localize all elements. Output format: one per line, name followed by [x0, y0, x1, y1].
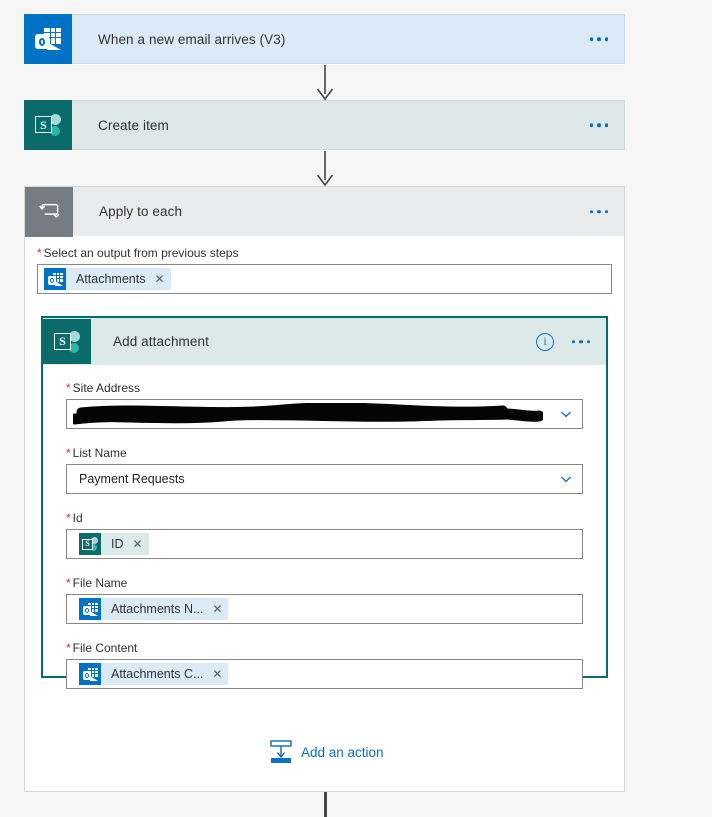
token-remove-icon[interactable]: ✕	[133, 538, 143, 550]
connector-createitem-to-loop	[316, 149, 334, 187]
add-attachment-body: * Site Address * List Name Payment Reque…	[43, 365, 606, 689]
sharepoint-icon: S	[79, 533, 101, 555]
select-output-label: * Select an output from previous steps	[37, 246, 612, 260]
token-chip-attachments-content[interactable]: Attachments C... ✕	[79, 663, 229, 685]
add-an-action-label: Add an action	[301, 744, 384, 760]
token-chip-attachments-name[interactable]: Attachments N... ✕	[79, 598, 229, 620]
select-output-label-text: Select an output from previous steps	[43, 246, 239, 260]
card-header[interactable]: When a new email arrives (V3)	[24, 14, 625, 64]
card-title: Apply to each	[99, 204, 183, 219]
card-header[interactable]: S Create item	[24, 100, 625, 150]
add-attachment-menu-button[interactable]	[571, 339, 590, 344]
apply-to-each-body: * Select an output from previous steps A…	[25, 236, 624, 294]
required-marker: *	[66, 641, 71, 655]
token-chip-attachments[interactable]: Attachments ✕	[44, 268, 171, 290]
required-marker: *	[37, 246, 42, 260]
select-output-input[interactable]: Attachments ✕	[37, 264, 612, 294]
field-file-content: * File Content Attachments C... ✕	[66, 641, 583, 689]
token-label: ID	[111, 537, 124, 551]
chevron-down-icon[interactable]	[560, 473, 572, 485]
site-address-combobox[interactable]	[66, 399, 583, 429]
field-label: * File Name	[66, 576, 583, 590]
sharepoint-letter: S	[54, 332, 71, 350]
field-label-text: Id	[72, 511, 83, 525]
sharepoint-letter: S	[35, 116, 52, 133]
token-remove-icon[interactable]: ✕	[212, 603, 222, 615]
trigger-menu-button[interactable]	[589, 37, 608, 41]
card-header[interactable]: Apply to each	[25, 186, 624, 237]
connector-loop-bottom	[324, 792, 327, 817]
token-chip-id[interactable]: S ID ✕	[79, 533, 149, 555]
flow-canvas: When a new email arrives (V3) S Create i…	[0, 0, 712, 817]
token-label: Attachments N...	[111, 602, 204, 616]
select-output-field-group: * Select an output from previous steps A…	[37, 236, 612, 294]
field-label-text: Site Address	[72, 381, 141, 395]
create-item-menu-button[interactable]	[589, 123, 608, 127]
apply-to-each-menu-button[interactable]	[589, 209, 608, 214]
card-add-attachment[interactable]: S Add attachment i * Site Address * List…	[41, 316, 608, 689]
field-id: * Id S ID ✕	[66, 511, 583, 559]
card-create-item[interactable]: S Create item	[24, 100, 625, 151]
list-name-combobox[interactable]: Payment Requests	[66, 464, 583, 494]
outlook-icon	[44, 268, 66, 290]
info-icon[interactable]: i	[536, 332, 554, 351]
chevron-down-icon[interactable]	[560, 408, 572, 420]
card-header[interactable]: S Add attachment i	[43, 318, 606, 365]
field-label-text: File Content	[72, 641, 138, 655]
outlook-icon	[79, 663, 101, 685]
card-when-new-email-arrives[interactable]: When a new email arrives (V3)	[24, 14, 625, 65]
id-input[interactable]: S ID ✕	[66, 529, 583, 559]
redaction-overlay	[73, 403, 543, 425]
sharepoint-icon: S	[43, 319, 91, 364]
card-title: Create item	[98, 117, 169, 133]
field-label: * File Content	[66, 641, 583, 655]
file-content-input[interactable]: Attachments C... ✕	[66, 659, 583, 689]
sharepoint-letter: S	[82, 538, 93, 550]
token-remove-icon[interactable]: ✕	[212, 668, 222, 680]
card-title: When a new email arrives (V3)	[98, 31, 286, 47]
file-name-input[interactable]: Attachments N... ✕	[66, 594, 583, 624]
field-label: * List Name	[66, 446, 583, 460]
required-marker: *	[66, 446, 71, 460]
required-marker: *	[66, 381, 71, 395]
field-site-address: * Site Address	[66, 381, 583, 429]
field-label: * Site Address	[66, 381, 583, 395]
token-label: Attachments C...	[111, 667, 204, 681]
field-label-text: File Name	[72, 576, 128, 590]
field-list-name: * List Name Payment Requests	[66, 446, 583, 494]
loop-icon	[25, 186, 73, 237]
outlook-icon	[24, 14, 72, 64]
required-marker: *	[66, 511, 71, 525]
required-marker: *	[66, 576, 71, 590]
sharepoint-icon: S	[24, 100, 72, 150]
insert-action-icon	[270, 740, 292, 763]
outlook-icon	[79, 598, 101, 620]
field-label: * Id	[66, 511, 583, 525]
field-file-name: * File Name Attachments N... ✕	[66, 576, 583, 624]
field-label-text: List Name	[72, 446, 127, 460]
connector-trigger-to-createitem	[316, 63, 334, 101]
card-title: Add attachment	[113, 334, 209, 349]
token-remove-icon[interactable]: ✕	[154, 273, 164, 285]
add-an-action-button[interactable]: Add an action	[270, 740, 384, 764]
token-label: Attachments	[76, 272, 146, 286]
list-name-value: Payment Requests	[79, 472, 185, 486]
